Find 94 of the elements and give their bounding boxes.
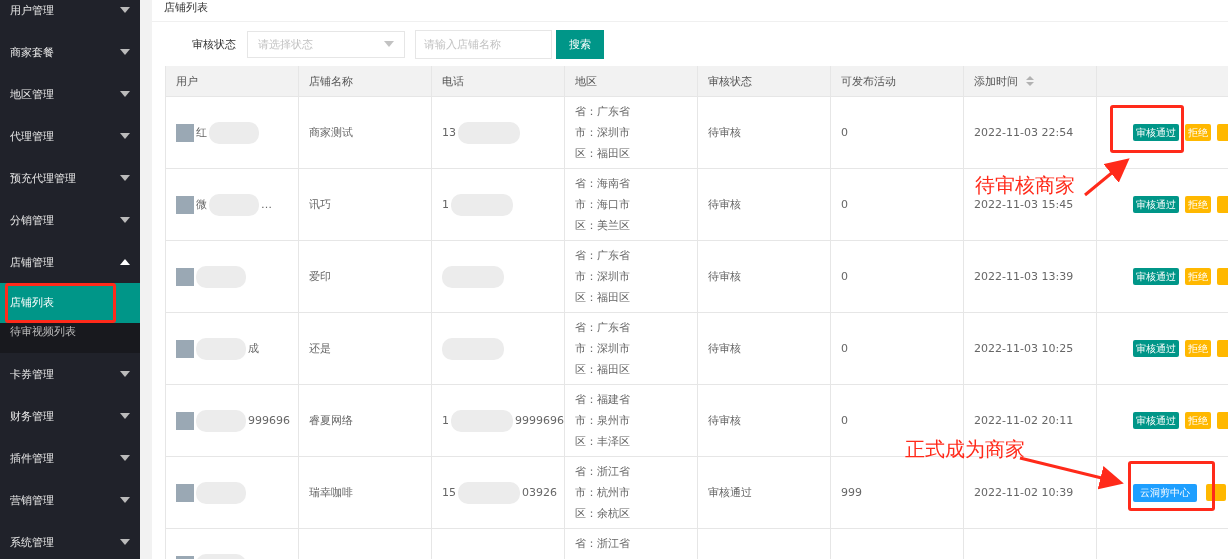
action-button[interactable]: 审核通过: [1133, 124, 1179, 141]
added-time: 2022-11-03 10:25: [974, 342, 1074, 355]
region-line: 市：海口市: [575, 197, 630, 212]
annotation-text: 待审核商家: [975, 172, 1075, 199]
user-name: …: [261, 198, 272, 211]
added-time: 2022-11-03 15:45: [974, 198, 1074, 211]
column-header: 地区: [565, 66, 698, 96]
region-line: 省：广东省: [575, 248, 630, 263]
sidebar-item[interactable]: 卡券管理: [0, 353, 140, 395]
region-line: 省：广东省: [575, 320, 630, 335]
phone-number: 15: [442, 486, 456, 499]
shop-name: 瑞幸咖啡: [309, 485, 353, 500]
shop-name: 讯巧: [309, 197, 331, 212]
column-header: 可发布活动: [831, 66, 964, 96]
phone-number: 1: [442, 414, 449, 427]
phone-number: 1: [442, 198, 449, 211]
review-status: 待审核: [708, 413, 741, 428]
avatar-placeholder: [176, 195, 194, 214]
action-button[interactable]: 审核通过: [1133, 196, 1179, 213]
sort-icon[interactable]: [1026, 76, 1034, 86]
sidebar-item[interactable]: 财务管理: [0, 395, 140, 437]
annotation-arrow: [1084, 158, 1130, 197]
activity-count: 0: [841, 414, 848, 427]
region-line: 省：广东省: [575, 104, 630, 119]
sidebar-item[interactable]: 店铺管理: [0, 241, 140, 283]
sidebar-item[interactable]: 用户管理: [0, 0, 140, 31]
avatar-placeholder: [176, 123, 194, 142]
shop-name: 商家测试: [309, 125, 353, 140]
search-button[interactable]: 搜索: [556, 29, 604, 59]
filter-label: 审核状态: [192, 36, 236, 52]
action-button[interactable]: 云洞剪中心: [1133, 483, 1197, 502]
shop-name: 还是: [309, 341, 331, 356]
user-name: 999696: [248, 414, 290, 427]
action-button[interactable]: 审核通过: [1133, 412, 1179, 429]
added-time: 2022-11-02 20:11: [974, 414, 1074, 427]
action-button[interactable]: 审核通过: [1133, 268, 1179, 285]
region-line: 市：深圳市: [575, 125, 630, 140]
shop-name: 睿夏网络: [309, 413, 353, 428]
column-header: 电话: [432, 66, 565, 96]
region-line: 省：福建省: [575, 392, 630, 407]
region-line: 市：深圳市: [575, 269, 630, 284]
region-line: 市：杭州市: [575, 485, 630, 500]
region-line: 省：浙江省: [575, 536, 630, 551]
user-name: 微: [196, 197, 207, 212]
shop-name: 爱印: [309, 269, 331, 284]
region-line: 市：泉州市: [575, 413, 630, 428]
sidebar-item[interactable]: 分销管理: [0, 199, 140, 241]
review-status: 待审核: [708, 125, 741, 140]
region-line: 市：深圳市: [575, 341, 630, 356]
phone-number: 13: [442, 126, 456, 139]
activity-count: 0: [841, 342, 848, 355]
column-header: 审核状态: [698, 66, 831, 96]
page-title: 店铺列表: [152, 0, 1228, 22]
activity-count: 0: [841, 270, 848, 283]
region-line: 区：福田区: [575, 290, 630, 305]
region-line: 区：丰泽区: [575, 434, 630, 449]
region-line: 区：美兰区: [575, 218, 630, 233]
region-line: 区：福田区: [575, 362, 630, 377]
column-header: 添加时间: [964, 66, 1097, 96]
sidebar-item[interactable]: 系统管理: [0, 521, 140, 559]
region-line: 区：余杭区: [575, 506, 630, 521]
annotation-text: 正式成为商家: [905, 436, 1025, 463]
added-time: 2022-11-02 10:39: [974, 486, 1074, 499]
added-time: 2022-11-03 22:54: [974, 126, 1074, 139]
review-status: 待审核: [708, 269, 741, 284]
phone-number: 03926: [522, 486, 557, 499]
region-line: 省：浙江省: [575, 464, 630, 479]
activity-count: 999: [841, 486, 862, 499]
sidebar-item[interactable]: 代理管理: [0, 115, 140, 157]
sidebar-item[interactable]: 插件管理: [0, 437, 140, 479]
avatar-placeholder: [176, 339, 194, 358]
sidebar-item[interactable]: 预充代理管理: [0, 157, 140, 199]
review-status: 待审核: [708, 197, 741, 212]
region-line: 省：海南省: [575, 176, 630, 191]
avatar-placeholder: [176, 411, 194, 430]
column-header: 用户: [166, 66, 299, 96]
user-name: 成: [248, 341, 259, 356]
column-header: 店铺名称: [299, 66, 432, 96]
user-name: 红: [196, 125, 207, 140]
action-button[interactable]: 审核通过: [1133, 340, 1179, 357]
phone-number: 9999696: [515, 414, 564, 427]
activity-count: 0: [841, 198, 848, 211]
sidebar-item[interactable]: 商家套餐: [0, 31, 140, 73]
avatar-placeholder: [176, 483, 194, 502]
added-time: 2022-11-03 13:39: [974, 270, 1074, 283]
submenu-item[interactable]: 待审视频列表: [0, 323, 140, 353]
region-line: 区：福田区: [575, 146, 630, 161]
review-status: 待审核: [708, 341, 741, 356]
dropdown-caret-icon: [384, 41, 394, 47]
sidebar-item[interactable]: 营销管理: [0, 479, 140, 521]
sidebar-item[interactable]: 地区管理: [0, 73, 140, 115]
review-status: 审核通过: [708, 485, 752, 500]
avatar-placeholder: [176, 267, 194, 286]
activity-count: 0: [841, 126, 848, 139]
